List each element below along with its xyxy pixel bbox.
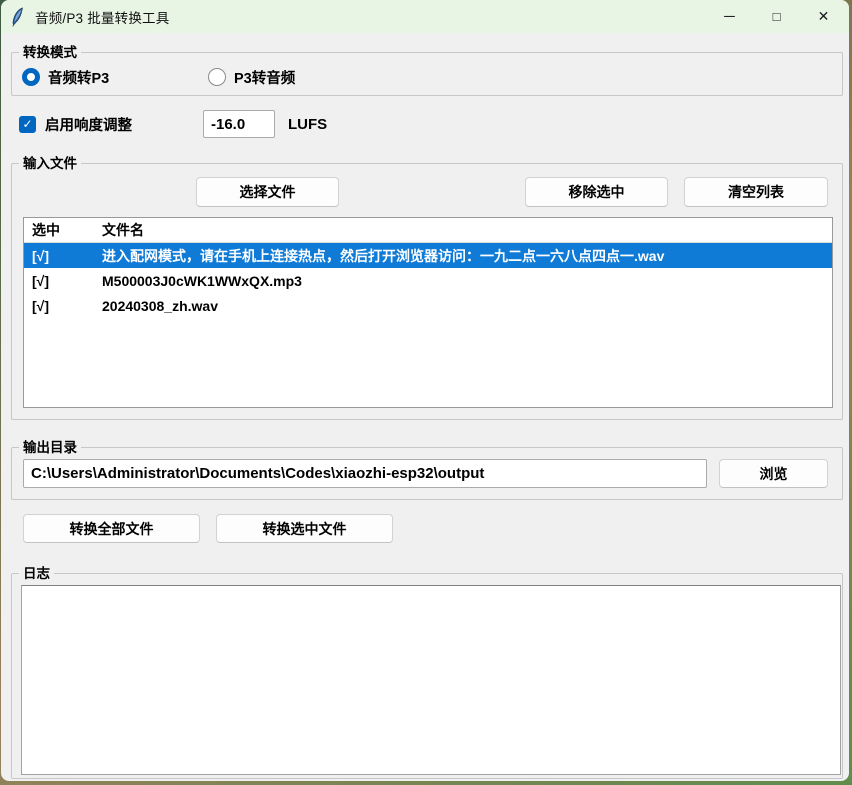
remove-selected-button[interactable]: 移除选中 (525, 177, 668, 207)
log-textarea[interactable] (21, 585, 841, 775)
row-filename-cell: M500003J0cWK1WWxQX.mp3 (102, 273, 832, 289)
caption-controls: ─ □ ✕ (706, 0, 847, 33)
header-checked-column[interactable]: 选中 (24, 220, 102, 240)
file-table-header: 选中 文件名 (24, 218, 832, 243)
row-check-cell: [√] (24, 248, 102, 264)
loudness-checkbox[interactable]: ✓ (19, 116, 36, 133)
row-filename-cell: 20240308_zh.wav (102, 298, 832, 314)
file-table: 选中 文件名 [√] 进入配网模式，请在手机上连接热点，然后打开浏览器访问：一九… (23, 217, 833, 408)
output-dir-input[interactable] (23, 459, 707, 488)
lufs-unit-label: LUFS (288, 116, 327, 133)
app-window: 音频/P3 批量转换工具 ─ □ ✕ 转换模式 音频转P3 P3转音频 ✓ (1, 0, 849, 781)
close-button[interactable]: ✕ (800, 0, 847, 33)
table-row[interactable]: [√] M500003J0cWK1WWxQX.mp3 (24, 268, 832, 293)
row-check-cell: [√] (24, 273, 102, 289)
maximize-button[interactable]: □ (753, 0, 800, 33)
row-check-cell: [√] (24, 298, 102, 314)
conversion-mode-group-label: 转换模式 (19, 43, 81, 62)
convert-all-button[interactable]: 转换全部文件 (23, 514, 200, 543)
radio-audio-to-p3-label: 音频转P3 (48, 67, 109, 88)
input-files-group-label: 输入文件 (19, 154, 81, 173)
radio-p3-to-audio-label: P3转音频 (234, 67, 295, 88)
table-row[interactable]: [√] 20240308_zh.wav (24, 293, 832, 318)
close-icon: ✕ (818, 8, 830, 25)
lufs-value-input[interactable] (203, 110, 275, 138)
radio-p3-to-audio[interactable]: P3转音频 (208, 67, 295, 87)
radio-unselected-icon (208, 68, 226, 86)
checkmark-icon: ✓ (22, 118, 32, 130)
tk-feather-icon (10, 7, 26, 27)
window-title: 音频/P3 批量转换工具 (35, 7, 169, 27)
browse-button[interactable]: 浏览 (719, 459, 828, 488)
loudness-checkbox-label: 启用响度调整 (45, 114, 132, 135)
table-row[interactable]: [√] 进入配网模式，请在手机上连接热点，然后打开浏览器访问：一九二点一六八点四… (24, 243, 832, 268)
conversion-mode-group: 转换模式 音频转P3 P3转音频 (11, 52, 843, 96)
radio-audio-to-p3[interactable]: 音频转P3 (22, 67, 109, 87)
minimize-button[interactable]: ─ (706, 0, 753, 33)
radio-selected-icon (22, 68, 40, 86)
header-filename-column[interactable]: 文件名 (102, 220, 832, 240)
loudness-row: ✓ 启用响度调整 LUFS (19, 109, 327, 139)
convert-selected-button[interactable]: 转换选中文件 (216, 514, 393, 543)
minimize-icon: ─ (724, 8, 735, 25)
log-group-label: 日志 (19, 564, 54, 583)
title-bar: 音频/P3 批量转换工具 ─ □ ✕ (1, 0, 849, 33)
select-files-button[interactable]: 选择文件 (196, 177, 339, 207)
output-dir-group-label: 输出目录 (19, 438, 81, 457)
row-filename-cell: 进入配网模式，请在手机上连接热点，然后打开浏览器访问：一九二点一六八点四点一.w… (102, 246, 832, 266)
maximize-icon: □ (773, 9, 781, 24)
clear-list-button[interactable]: 清空列表 (684, 177, 828, 207)
